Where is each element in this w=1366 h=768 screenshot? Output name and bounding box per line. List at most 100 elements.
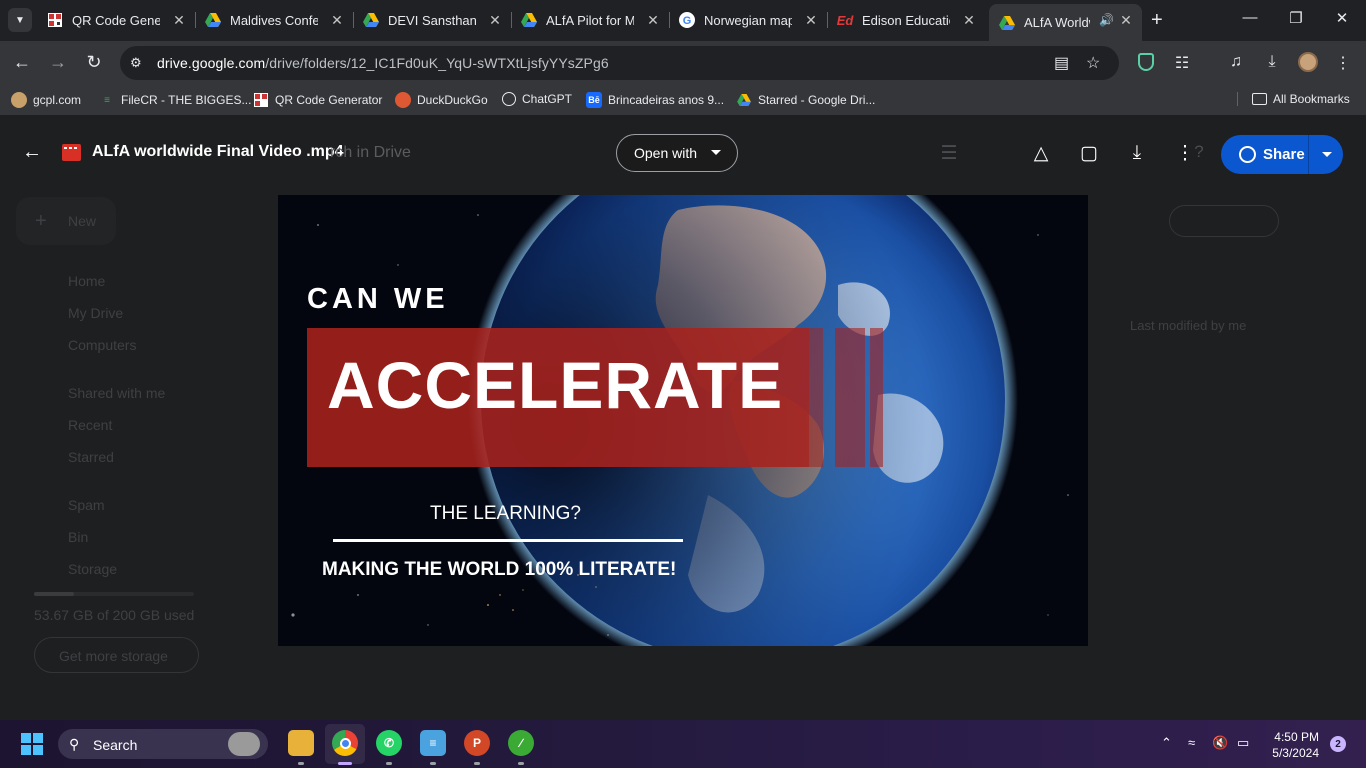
all-bookmarks[interactable]: All Bookmarks bbox=[1237, 92, 1350, 106]
chrome-icon[interactable] bbox=[332, 730, 358, 756]
minimize-button[interactable]: — bbox=[1240, 9, 1260, 26]
tab-search-button[interactable]: ▼ bbox=[8, 8, 32, 32]
profile-avatar[interactable] bbox=[1298, 52, 1318, 72]
powerpoint-icon[interactable]: P bbox=[464, 730, 490, 756]
volume-muted-icon[interactable]: 🔇 bbox=[1212, 735, 1228, 751]
folder-icon bbox=[1252, 93, 1267, 105]
red-banner-stripe bbox=[870, 328, 883, 467]
chevron-down-icon[interactable] bbox=[1322, 152, 1332, 157]
bookmark-star-icon[interactable]: ☆ bbox=[1086, 53, 1100, 73]
new-tab-button[interactable]: + bbox=[1151, 9, 1163, 32]
view-toggle bbox=[1169, 205, 1279, 237]
video-tagline-literate: MAKING THE WORLD 100% LITERATE! bbox=[322, 559, 677, 580]
clock-time: 4:50 PM bbox=[1274, 730, 1319, 744]
close-icon[interactable]: ✕ bbox=[803, 12, 819, 29]
site-info-icon[interactable]: ⚙ bbox=[130, 55, 142, 71]
nav-home: Home bbox=[68, 273, 106, 289]
system-clock[interactable]: 4:50 PM 5/3/2024 bbox=[1264, 729, 1319, 761]
extensions-puzzle-icon[interactable]: ☷ bbox=[1171, 53, 1193, 73]
tab-alfa-pilot[interactable]: ALfA Pilot for Ma ✕ bbox=[511, 6, 670, 34]
address-bar[interactable]: ⚙ drive.google.com/drive/folders/12_IC1F… bbox=[120, 46, 1119, 80]
filecr-icon: ≡ bbox=[104, 94, 110, 106]
share-button[interactable]: Share bbox=[1221, 135, 1343, 174]
windows-start-icon[interactable] bbox=[21, 733, 43, 755]
tab-norwegian-map[interactable]: G Norwegian map ✕ bbox=[669, 6, 828, 34]
notification-badge[interactable]: 2 bbox=[1330, 736, 1346, 752]
app-indicator bbox=[386, 762, 392, 765]
chrome-menu-icon[interactable]: ⋮ bbox=[1332, 53, 1354, 73]
tab-qr-code-generator[interactable]: QR Code Genera ✕ bbox=[37, 6, 196, 34]
add-comment-icon[interactable]: ▢ bbox=[1077, 142, 1101, 165]
green-app-icon[interactable]: ∕ bbox=[508, 730, 534, 756]
google-icon: G bbox=[679, 12, 695, 28]
nav-bin: Bin bbox=[68, 529, 89, 545]
taskbar-search[interactable]: ⚲ Search bbox=[58, 729, 268, 759]
tab-title: DEVI Sansthan - bbox=[388, 12, 476, 28]
bookmark-filecr[interactable]: ≡ FileCR - THE BIGGES... bbox=[99, 92, 251, 108]
google-drive-icon bbox=[521, 12, 537, 28]
file-explorer-icon[interactable] bbox=[288, 730, 314, 756]
video-file-icon bbox=[62, 144, 81, 161]
red-banner-stripe bbox=[809, 328, 823, 467]
filter-icon: ☰ bbox=[940, 143, 958, 164]
bookmark-duckduckgo[interactable]: DuckDuckGo bbox=[395, 92, 488, 108]
plus-icon: + bbox=[35, 210, 47, 232]
close-icon[interactable]: ✕ bbox=[961, 12, 977, 29]
bookmark-gcpl[interactable]: gcpl.com bbox=[11, 92, 81, 108]
bookmark-label: ChatGPT bbox=[522, 92, 573, 106]
bookmark-label: DuckDuckGo bbox=[417, 93, 488, 107]
wifi-icon[interactable]: ≈ bbox=[1188, 735, 1195, 750]
reload-button[interactable]: ↻ bbox=[83, 52, 105, 73]
bookmark-label: Starred - Google Dri... bbox=[758, 93, 876, 107]
bookmark-chatgpt[interactable]: ChatGPT bbox=[502, 92, 572, 106]
tab-title: QR Code Genera bbox=[72, 12, 160, 28]
google-drive-icon bbox=[999, 15, 1015, 31]
battery-icon[interactable]: ▭ bbox=[1237, 735, 1249, 751]
app-indicator bbox=[298, 762, 304, 765]
nav-storage: Storage bbox=[68, 561, 118, 577]
search-icon: ⚲ bbox=[69, 736, 80, 752]
close-icon[interactable]: ✕ bbox=[1118, 12, 1134, 29]
restore-button[interactable]: ❐ bbox=[1286, 9, 1306, 27]
app-indicator bbox=[474, 762, 480, 765]
help-icon: ? bbox=[1194, 142, 1204, 161]
tab-title: ALfA Pilot for Ma bbox=[546, 12, 634, 28]
close-icon[interactable]: ✕ bbox=[171, 12, 187, 29]
bookmark-label: FileCR - THE BIGGES... bbox=[121, 93, 252, 107]
close-icon[interactable]: ✕ bbox=[487, 12, 503, 29]
tab-title: Edison Education bbox=[862, 12, 950, 28]
back-arrow-icon[interactable]: ← bbox=[22, 141, 42, 164]
chevron-up-icon[interactable]: ⌃ bbox=[1161, 735, 1172, 751]
downloads-icon[interactable]: ⤓ bbox=[1261, 53, 1283, 71]
tab-alfa-worldwide[interactable]: ALfA Worldw 🔊 ✕ bbox=[989, 4, 1142, 41]
behance-icon: Bē bbox=[586, 92, 602, 108]
video-player[interactable]: CAN WE ACCELERATE THE LEARNING? MAKING T… bbox=[278, 195, 1088, 646]
bookmark-label: Brincadeiras anos 9... bbox=[608, 93, 725, 107]
close-icon[interactable]: ✕ bbox=[329, 12, 345, 29]
speaker-icon[interactable]: 🔊 bbox=[1099, 13, 1114, 27]
browser-toolbar: ← → ↻ ⚙ drive.google.com/drive/folders/1… bbox=[0, 41, 1366, 85]
duckduckgo-icon bbox=[395, 92, 411, 108]
tab-edison-education[interactable]: Ed Edison Education ✕ bbox=[827, 6, 985, 34]
extension-shield-icon[interactable] bbox=[1138, 53, 1154, 71]
nav-shared: Shared with me bbox=[68, 385, 166, 401]
google-drive-icon bbox=[736, 92, 752, 108]
tab-devi-sansthan[interactable]: DEVI Sansthan - ✕ bbox=[353, 6, 512, 34]
bookmark-qr-code-generator[interactable]: QR Code Generator bbox=[253, 92, 382, 108]
download-icon[interactable]: ⤓ bbox=[1125, 142, 1149, 164]
add-to-drive-icon[interactable]: △ bbox=[1029, 142, 1053, 165]
notepad-icon[interactable]: ≡ bbox=[420, 730, 446, 756]
open-with-button[interactable]: Open with bbox=[616, 134, 738, 172]
edison-icon: Ed bbox=[836, 12, 854, 28]
back-button[interactable]: ← bbox=[11, 52, 33, 73]
forward-button[interactable]: → bbox=[47, 52, 69, 73]
bookmark-starred-drive[interactable]: Starred - Google Dri... bbox=[736, 92, 875, 108]
nav-recent: Recent bbox=[68, 417, 113, 433]
install-app-icon[interactable]: ▤ bbox=[1054, 53, 1069, 73]
bookmark-brincadeiras[interactable]: Bē Brincadeiras anos 9... bbox=[586, 92, 724, 108]
whatsapp-icon[interactable]: ✆ bbox=[376, 730, 402, 756]
media-control-icon[interactable]: ♫ bbox=[1225, 53, 1247, 71]
close-window-button[interactable]: ✕ bbox=[1332, 9, 1352, 27]
tab-maldives-conference[interactable]: Maldives Confer ✕ bbox=[195, 6, 354, 34]
close-icon[interactable]: ✕ bbox=[645, 12, 661, 29]
